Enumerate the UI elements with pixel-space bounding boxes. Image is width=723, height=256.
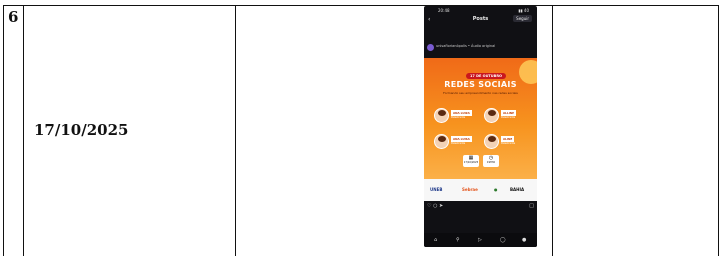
speaker-photo xyxy=(434,108,449,123)
logo-uneb: UNEB xyxy=(430,187,443,192)
follow-button[interactable]: Seguir xyxy=(513,15,532,22)
speaker-photo xyxy=(484,134,499,149)
date-box: ▦ 17/10/2025 xyxy=(463,155,479,167)
event-info-row: ▦ 17/10/2025 ◷ 19H30 xyxy=(463,155,501,168)
speaker-role: Palestrante xyxy=(501,116,516,119)
poster-badge: 17 DE OUTUBRO xyxy=(466,73,506,79)
post-username[interactable]: unisaflorianópolis • Áudio original xyxy=(436,44,495,48)
bookmark-icon[interactable]: □ xyxy=(529,203,534,209)
time-box: ◷ 19H30 xyxy=(483,155,499,167)
shop-icon[interactable]: ◯ xyxy=(500,237,506,243)
speaker-card: ANA LUIZA Palestrante xyxy=(434,108,482,124)
status-indicators: ▮▮ 40 xyxy=(518,8,529,13)
speaker-role: Palestrante xyxy=(501,142,516,145)
logo-bahia: BAHIA xyxy=(510,187,525,192)
status-bar: 20:48 ▮▮ 40 xyxy=(424,6,537,14)
sponsor-logos: UNEB Sebrae ● BAHIA xyxy=(424,179,537,201)
column-divider xyxy=(235,6,236,256)
poster-subtitle: Formando seu empreendimento nas redes so… xyxy=(443,91,518,95)
instagram-post-screenshot: 20:48 ▮▮ 40 ‹ Posts Seguir unisaflorianó… xyxy=(424,6,537,247)
speaker-role: Palestrante xyxy=(451,116,466,119)
speaker-card: ALLINE Palestrante xyxy=(484,108,532,124)
bottom-nav: ⌂ ⚲ ▷ ◯ ● xyxy=(424,233,537,247)
like-comment-share-icons[interactable]: ♡ ○ ➤ xyxy=(427,203,443,209)
home-icon[interactable]: ⌂ xyxy=(434,237,437,243)
caption-preview xyxy=(427,26,534,36)
speaker-role: Palestrante xyxy=(451,142,466,145)
info-time: 19H30 xyxy=(486,161,496,164)
logo-sebrae: Sebrae xyxy=(462,187,478,192)
logo-emblem: ● xyxy=(494,187,498,192)
reels-icon[interactable]: ▷ xyxy=(478,237,482,243)
search-icon[interactable]: ⚲ xyxy=(456,237,460,243)
avatar[interactable] xyxy=(427,44,434,51)
row-date: 17/10/2025 xyxy=(34,121,129,139)
speaker-card: ANA LUISA Palestrante xyxy=(434,134,482,150)
speaker-card: ALINE Palestrante xyxy=(484,134,532,150)
info-date: 17/10/2025 xyxy=(463,161,479,164)
post-user-row: unisaflorianópolis • Áudio original xyxy=(427,43,534,53)
speaker-photo xyxy=(484,108,499,123)
speaker-photo xyxy=(434,134,449,149)
event-poster: 17 DE OUTUBRO REDES SOCIAIS Formando seu… xyxy=(424,58,537,179)
post-actions[interactable]: ♡ ○ ➤ □ xyxy=(427,203,534,211)
profile-icon[interactable]: ● xyxy=(522,237,526,243)
column-divider xyxy=(552,6,553,256)
row-number: 6 xyxy=(8,8,19,26)
poster-title: REDES SOCIAIS xyxy=(444,80,517,89)
post-caption xyxy=(427,212,534,226)
status-time: 20:48 xyxy=(438,8,450,13)
post-header: ‹ Posts Seguir xyxy=(424,15,537,25)
column-divider xyxy=(23,6,24,256)
